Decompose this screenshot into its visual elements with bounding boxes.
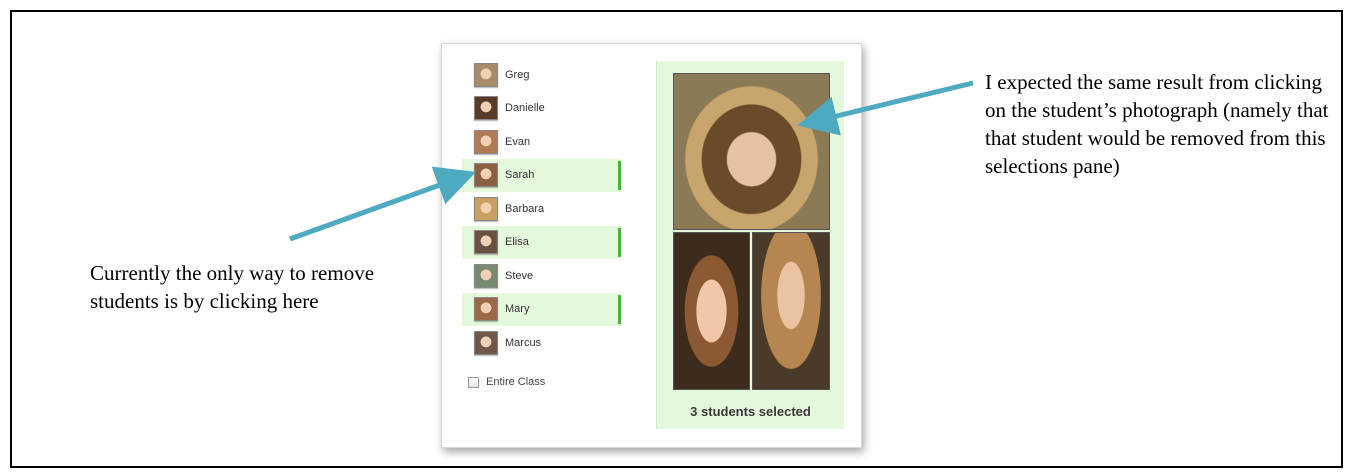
student-list: Greg Danielle Evan Sarah Barbara Elisa Steve Ma… bbox=[462, 58, 621, 360]
student-row-danielle[interactable]: Danielle bbox=[462, 92, 621, 126]
selected-student-photo[interactable] bbox=[752, 232, 830, 390]
student-row-sarah[interactable]: Sarah bbox=[462, 158, 621, 192]
student-name: Barbara bbox=[505, 202, 545, 215]
selected-student-photo[interactable] bbox=[673, 232, 750, 390]
student-row-elisa[interactable]: Elisa bbox=[462, 225, 621, 259]
student-picker-panel: Greg Danielle Evan Sarah Barbara Elisa Steve Ma… bbox=[441, 43, 862, 448]
student-name: Danielle bbox=[505, 102, 545, 115]
student-name: Steve bbox=[505, 269, 534, 282]
student-avatar bbox=[474, 297, 498, 322]
student-avatar bbox=[474, 330, 498, 355]
annotation-right-note: I expected the same result from clicking… bbox=[985, 70, 1329, 178]
entire-class-checkbox[interactable] bbox=[468, 376, 479, 388]
student-name: Marcus bbox=[505, 336, 542, 349]
student-row-greg[interactable]: Greg bbox=[462, 58, 621, 92]
student-avatar bbox=[474, 263, 498, 288]
student-row-marcus[interactable]: Marcus bbox=[462, 326, 621, 360]
student-avatar bbox=[474, 129, 498, 154]
student-row-barbara[interactable]: Barbara bbox=[462, 192, 621, 226]
selected-count: 3 students selected bbox=[690, 404, 811, 419]
selections-pane: 3 students selected bbox=[656, 61, 844, 429]
entire-class-option[interactable]: Entire Class bbox=[468, 376, 545, 388]
student-name: Evan bbox=[505, 135, 531, 148]
student-row-evan[interactable]: Evan bbox=[462, 125, 621, 159]
student-avatar bbox=[474, 163, 498, 188]
selected-student-photo[interactable] bbox=[673, 73, 830, 230]
student-name: Mary bbox=[505, 303, 530, 316]
student-avatar bbox=[474, 96, 498, 121]
student-name: Elisa bbox=[505, 236, 529, 249]
student-name: Sarah bbox=[505, 169, 535, 182]
student-avatar bbox=[474, 230, 498, 255]
student-row-steve[interactable]: Steve bbox=[462, 259, 621, 293]
student-avatar bbox=[474, 196, 498, 221]
entire-class-label: Entire Class bbox=[486, 376, 546, 388]
student-avatar bbox=[474, 62, 498, 87]
annotation-left-note: Currently the only way to remove student… bbox=[90, 261, 375, 313]
student-row-mary[interactable]: Mary bbox=[462, 292, 621, 326]
student-name: Greg bbox=[505, 68, 530, 81]
